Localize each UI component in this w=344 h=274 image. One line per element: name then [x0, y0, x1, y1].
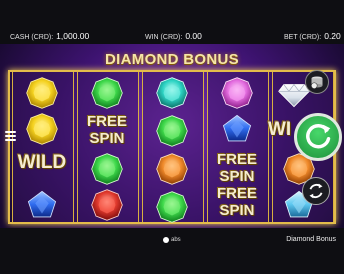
game-title: DIAMOND BONUS — [105, 51, 239, 68]
free-spin-symbol: FREE SPIN FREE SPIN — [205, 152, 269, 218]
yellow-gem-icon — [25, 112, 59, 146]
win-display: WIN (CRD): 0.00 — [145, 31, 202, 41]
green-gem-icon — [155, 190, 189, 224]
pink-gem-icon — [220, 76, 254, 110]
bet-value: 0.20 — [324, 31, 341, 41]
spin-text: SPIN — [219, 168, 255, 185]
bottom-bar — [0, 228, 344, 274]
wild-symbol: WILD — [17, 152, 67, 173]
green-gem-icon — [155, 114, 189, 148]
spin-button[interactable] — [294, 113, 342, 161]
bet-display: BET (CRD): 0.20 — [284, 31, 341, 41]
cash-display: CASH (CRD): 1,000.00 — [10, 31, 89, 41]
free-spin-symbol: FREE SPIN — [75, 114, 139, 146]
free-text: FREE — [216, 185, 257, 202]
menu-line — [4, 131, 16, 133]
green-gem-icon — [90, 76, 124, 110]
free-text: FREE — [86, 113, 127, 130]
cash-label: CASH (CRD): — [10, 34, 54, 41]
green-gem-icon — [90, 152, 124, 186]
blue-gem-icon — [220, 112, 254, 146]
logo-text: abs — [171, 237, 181, 243]
menu-button[interactable] — [2, 128, 18, 144]
refresh-arrow-icon — [306, 124, 331, 149]
win-value: 0.00 — [185, 31, 202, 41]
game-name: Diamond Bonus — [286, 236, 336, 243]
yellow-gem-icon — [25, 76, 59, 110]
bet-label: BET (CRD): — [284, 34, 322, 41]
red-gem-icon — [90, 188, 124, 222]
win-label: WIN (CRD): — [145, 34, 183, 41]
spin-text: SPIN — [219, 202, 255, 219]
menu-line — [4, 139, 16, 141]
orange-gem-icon — [155, 152, 189, 186]
blue-gem-icon — [25, 188, 59, 222]
logo-dot-icon — [163, 237, 169, 243]
coins-icon — [311, 76, 323, 89]
autoplay-arrows-icon — [309, 183, 323, 199]
autoplay-button[interactable] — [302, 177, 330, 205]
spin-text: SPIN — [89, 130, 125, 147]
provider-logo: abs — [163, 237, 181, 243]
teal-gem-icon — [155, 76, 189, 110]
top-bar: CASH (CRD): 1,000.00 WIN (CRD): 0.00 BET (… — [0, 0, 344, 44]
free-text: FREE — [216, 151, 257, 168]
bet-coins-button[interactable] — [305, 70, 329, 94]
menu-line — [4, 135, 16, 137]
cash-value: 1,000.00 — [56, 31, 90, 41]
